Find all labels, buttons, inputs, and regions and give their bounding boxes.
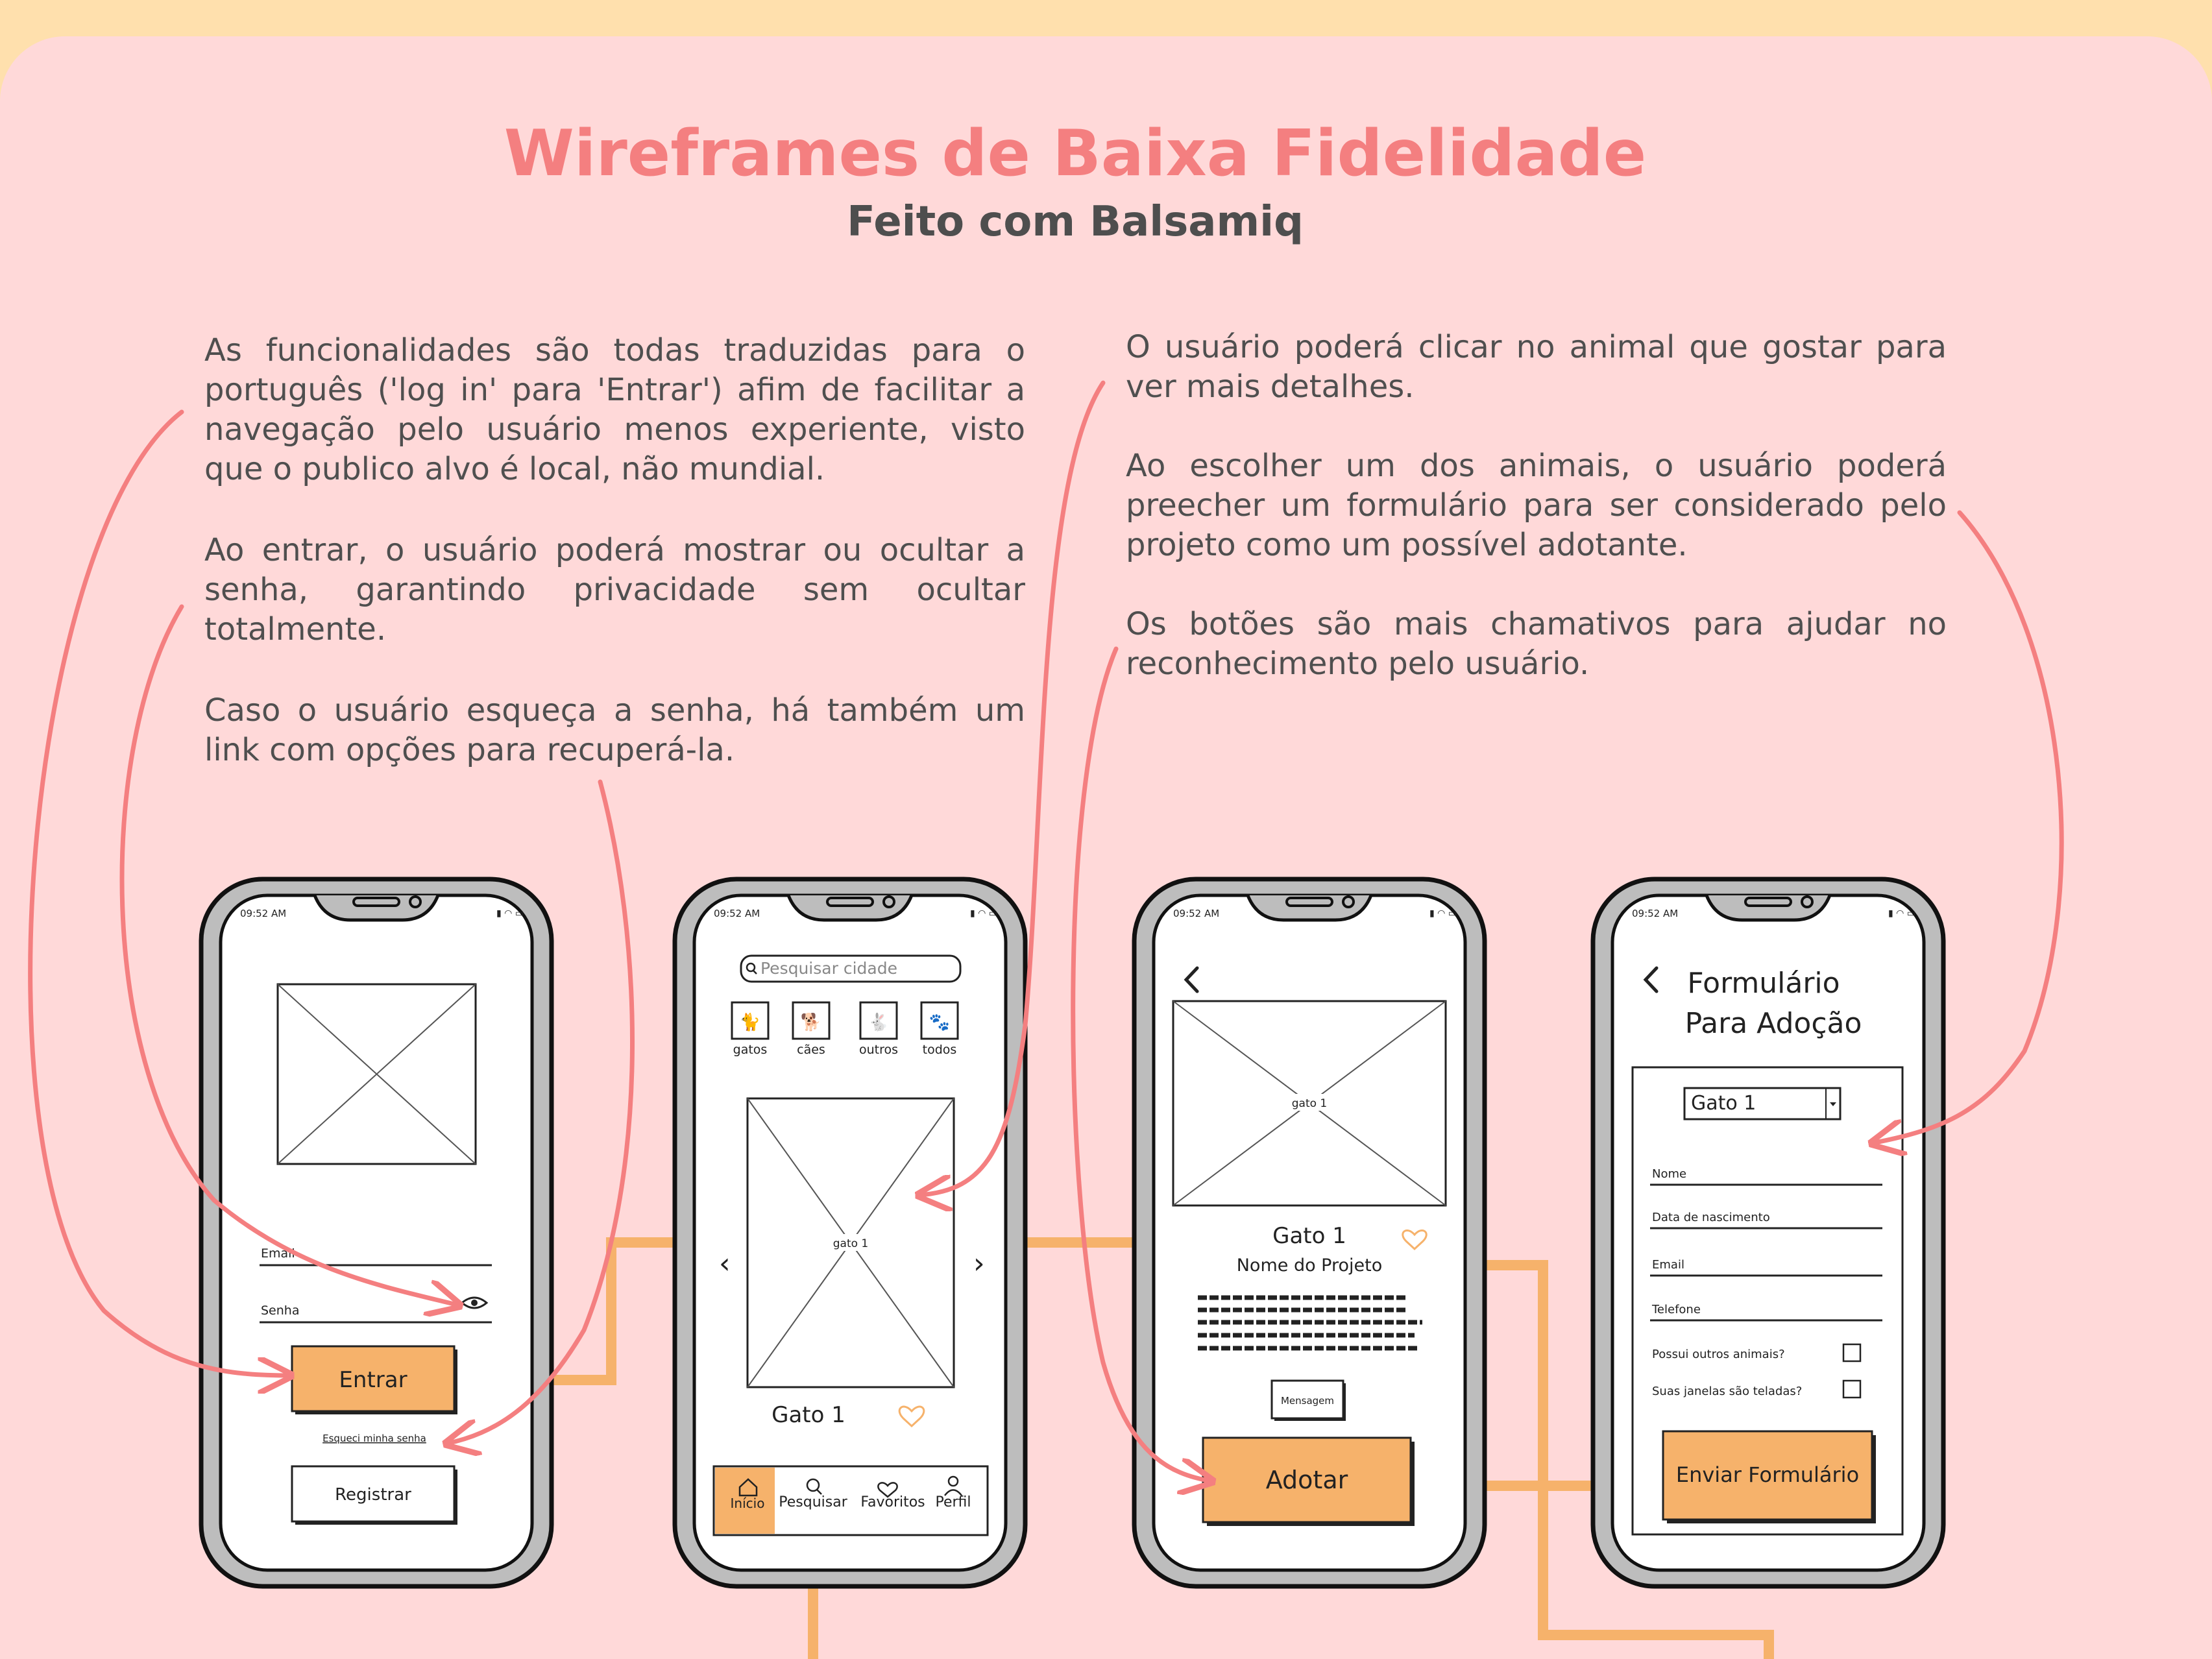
rabbit-icon: 🐇 [868,1012,889,1032]
animal-card-image[interactable]: gato 1 [746,1097,955,1388]
field-label: Data de nascimento [1652,1211,1770,1224]
adopt-button[interactable]: Adotar [1202,1436,1415,1526]
animal-card-title: Gato 1 [772,1402,845,1428]
animal-photo: gato 1 [1172,1000,1447,1207]
forgot-password-link[interactable]: Esqueci minha senha [322,1433,426,1444]
project-name: Nome do Projeto [1237,1255,1383,1276]
image-caption: gato 1 [833,1237,869,1250]
status-icons: ▮ ◠ ▭ [1888,908,1915,919]
submit-form-label: Enviar Formulário [1676,1462,1859,1487]
nav-label: Favoritos [860,1494,925,1510]
carousel-prev-icon[interactable]: ‹ [719,1247,731,1280]
search-placeholder: Pesquisar cidade [760,959,897,978]
category-others[interactable]: 🐇 outros [859,1001,898,1057]
status-time: 09:52 AM [714,908,760,919]
status-icons: ▮ ◠ ▭ [970,908,997,919]
field-label: Email [1652,1258,1684,1272]
search-input[interactable]: Pesquisar cidade [740,954,962,983]
animal-name: Gato 1 [1272,1223,1346,1249]
message-button-label: Mensagem [1281,1395,1334,1407]
category-cats[interactable]: 🐈 gatos [731,1001,770,1057]
checkbox[interactable] [1842,1343,1862,1362]
message-button[interactable]: Mensagem [1270,1379,1346,1421]
category-label: outros [859,1043,898,1057]
submit-form-button[interactable]: Enviar Formulário [1662,1430,1876,1523]
select-value: Gato 1 [1691,1092,1756,1115]
adopt-button-label: Adotar [1266,1466,1348,1494]
status-icons: ▮ ◠ ▭ [1429,908,1457,919]
carousel-next-icon[interactable]: › [973,1247,985,1280]
register-button-label: Registrar [335,1485,411,1505]
checkbox-label: Suas janelas são teladas? [1652,1385,1802,1398]
checkbox-label: Possui outros animais? [1652,1348,1785,1361]
phone-home: 09:52 AM ▮ ◠ ▭ Pesquisar cidade 🐈 gatos … [672,877,1028,1589]
phone-detail: 09:52 AM ▮ ◠ ▭ gato 1 Gato 1 Nome do Pro… [1132,877,1487,1589]
nav-label: Pesquisar [779,1494,847,1510]
logo-placeholder [276,983,477,1165]
login-button[interactable]: Entrar [291,1345,457,1414]
form-title-line2: Para Adoção [1685,1007,1862,1040]
category-dogs[interactable]: 🐕 cães [792,1001,831,1057]
paw-icon: 🐾 [929,1013,950,1032]
flow-connectors [454,1237,1774,1659]
status-time: 09:52 AM [240,908,286,919]
register-button[interactable]: Registrar [291,1465,457,1525]
category-all[interactable]: 🐾 todos [920,1001,959,1057]
dog-icon: 🐕 [801,1012,821,1032]
category-label: cães [797,1043,825,1057]
field-label: Nome [1652,1167,1686,1181]
status-time: 09:52 AM [1632,908,1678,919]
animal-select[interactable]: Gato 1 [1683,1087,1841,1120]
password-label: Senha [261,1303,299,1318]
bottom-nav: Início Pesquisar Favoritos Perfil [712,1465,989,1536]
status-time: 09:52 AM [1173,908,1219,919]
nav-label: Início [731,1496,765,1511]
form-title-line1: Formulário [1687,967,1840,1000]
login-button-label: Entrar [339,1367,407,1393]
nav-label: Perfil [935,1494,971,1510]
checkbox[interactable] [1842,1379,1862,1399]
cat-icon: 🐈 [740,1012,760,1032]
phone-form: 09:52 AM ▮ ◠ ▭ Formulário Para Adoção Ga… [1590,877,1946,1589]
image-caption: gato 1 [1292,1097,1328,1110]
wireframes-diagram: 09:52 AM ▮ ◠ ▭ Email Senha Entrar Esquec… [28,380,2064,1659]
phone-login: 09:52 AM ▮ ◠ ▭ Email Senha Entrar Esquec… [199,877,554,1589]
category-label: gatos [733,1043,768,1057]
category-label: todos [923,1043,957,1057]
field-label: Telefone [1651,1303,1701,1316]
status-icons: ▮ ◠ ▭ [496,908,524,919]
